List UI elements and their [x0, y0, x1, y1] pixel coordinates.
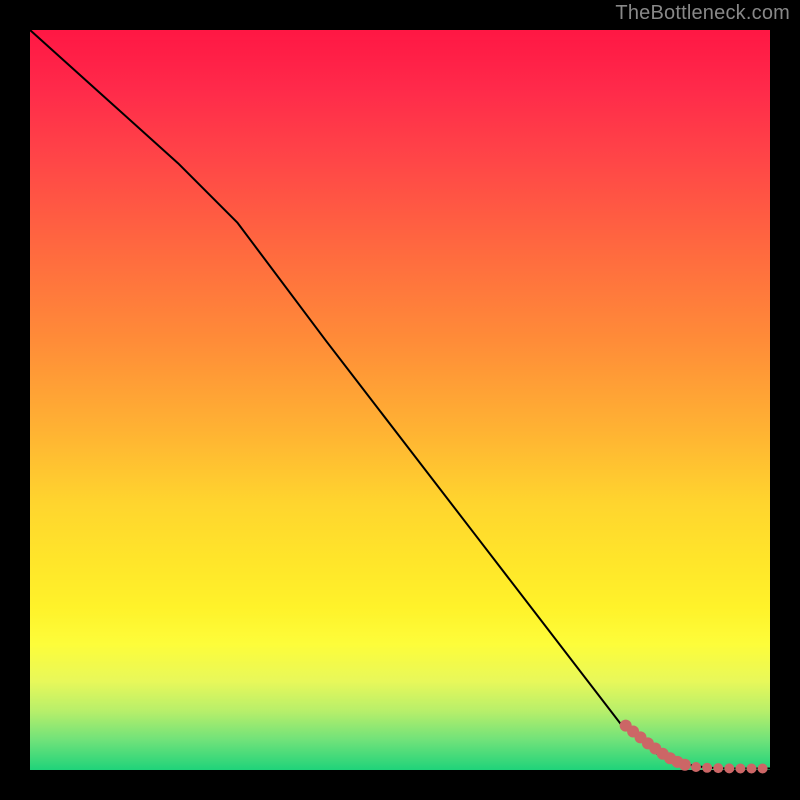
data-point	[679, 759, 691, 771]
plot-area	[30, 30, 770, 770]
data-point	[735, 764, 745, 774]
chart-svg	[30, 30, 770, 770]
data-point	[702, 763, 712, 773]
data-point	[747, 764, 757, 774]
data-point	[691, 762, 701, 772]
chart-frame: TheBottleneck.com	[0, 0, 800, 800]
data-points-group	[620, 720, 768, 774]
curve-line	[30, 30, 770, 769]
data-point	[758, 764, 768, 774]
data-point	[724, 763, 734, 773]
data-point	[713, 763, 723, 773]
watermark-text: TheBottleneck.com	[615, 2, 790, 25]
